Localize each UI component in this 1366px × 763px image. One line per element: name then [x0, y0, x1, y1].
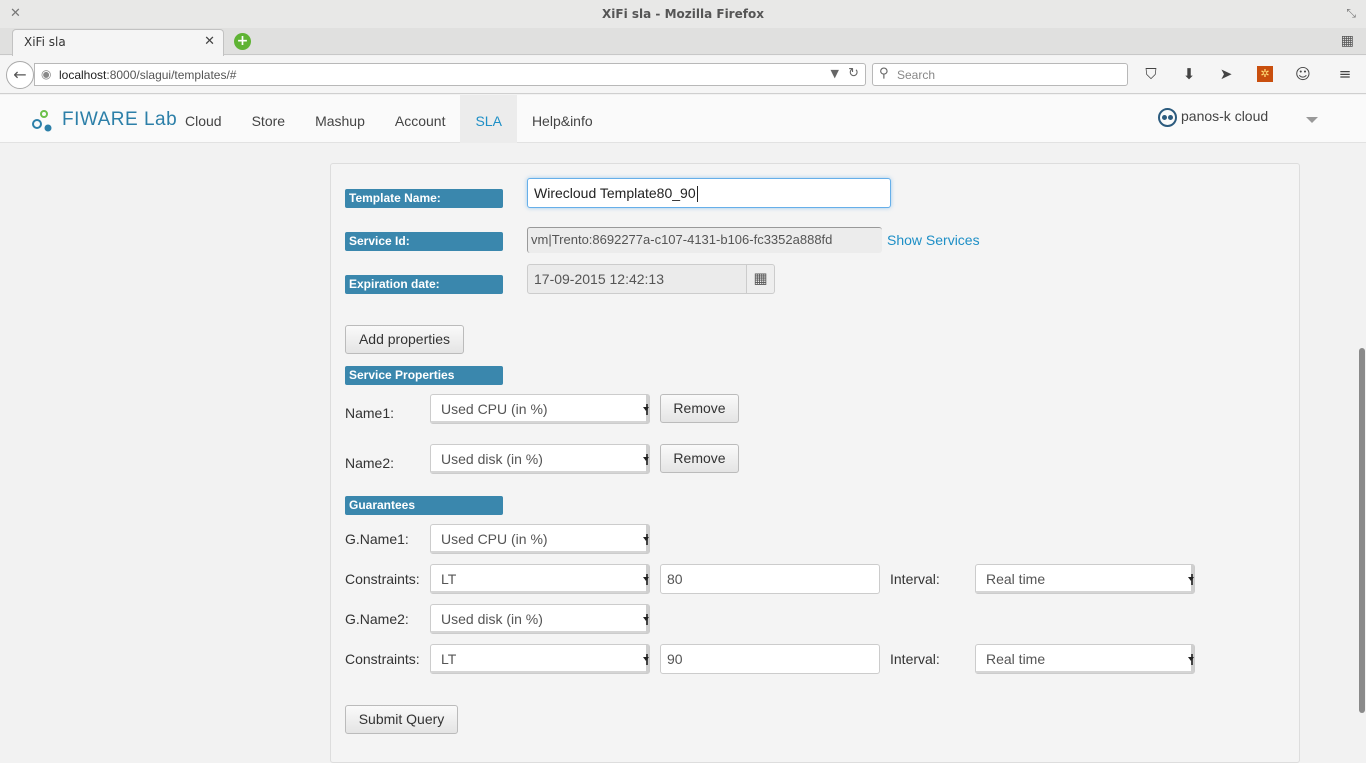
constraint-operator-select[interactable]: LT [430, 644, 650, 674]
extension-icon[interactable]: ✲ [1257, 66, 1273, 82]
dropdown-arrow-icon [643, 654, 649, 665]
menu-item-mashup[interactable]: Mashup [300, 95, 380, 143]
interval-select[interactable]: Real time [975, 564, 1195, 594]
window-titlebar: ✕ XiFi sla - Mozilla Firefox ⤡ [0, 0, 1366, 28]
dropdown-arrow-icon [1188, 574, 1194, 585]
calendar-icon[interactable]: ▦ [747, 264, 775, 294]
show-services-link[interactable]: Show Services [887, 232, 980, 248]
service-properties-label: Service Properties [345, 366, 503, 385]
browser-tab[interactable]: XiFi sla ✕ [12, 29, 224, 56]
guarantee-name-label: G.Name2: [345, 611, 409, 627]
reload-icon[interactable]: ↻ [848, 66, 859, 81]
guarantee-select[interactable]: Used CPU (in %) [430, 524, 650, 554]
guarantees-label: Guarantees [345, 496, 503, 515]
constraints-label: Constraints: [345, 651, 420, 667]
scrollbar-thumb[interactable] [1359, 348, 1365, 713]
close-window-icon[interactable]: ✕ [10, 6, 21, 21]
sla-template-form: Template Name: Wirecloud Template80_90 S… [330, 163, 1300, 763]
search-icon: ⚲ [879, 66, 889, 81]
constraint-threshold-input[interactable]: 80 [660, 564, 880, 594]
back-button[interactable]: ← [6, 61, 34, 89]
url-bar[interactable]: ◉ localhost:8000/slagui/templates/# ▼ ↻ [34, 63, 866, 86]
site-info-icon[interactable]: ◉ [41, 67, 51, 81]
submit-query-button[interactable]: Submit Query [345, 705, 458, 734]
new-tab-button[interactable]: + [234, 33, 251, 50]
send-icon[interactable]: ➤ [1216, 65, 1236, 83]
dropdown-arrow-icon [643, 534, 649, 545]
close-tab-icon[interactable]: ✕ [204, 34, 215, 49]
property-name-label: Name2: [345, 455, 395, 471]
interval-label: Interval: [890, 571, 940, 587]
user-name: panos-k cloud [1181, 108, 1269, 125]
main-menu: Cloud Store Mashup Account SLA Help&info [170, 95, 608, 143]
url-text: localhost:8000/slagui/templates/# [59, 68, 237, 82]
page-scrollbar[interactable] [1357, 143, 1366, 738]
service-id-label: Service Id: [345, 232, 503, 251]
dropdown-arrow-icon [643, 404, 649, 415]
chat-icon[interactable]: ☺ [1293, 65, 1313, 83]
add-properties-button[interactable]: Add properties [345, 325, 464, 354]
site-header: FIWARE Lab Cloud Store Mashup Account SL… [0, 95, 1366, 143]
window-title: XiFi sla - Mozilla Firefox [602, 7, 764, 21]
tab-groups-icon[interactable]: ▦ [1341, 33, 1354, 49]
user-cloud-icon [1158, 108, 1177, 127]
constraint-operator-select[interactable]: LT [430, 564, 650, 594]
template-name-input[interactable]: Wirecloud Template80_90 [527, 178, 891, 208]
menu-item-sla[interactable]: SLA [460, 95, 517, 143]
dropdown-arrow-icon [643, 614, 649, 625]
menu-item-store[interactable]: Store [237, 95, 300, 143]
user-menu[interactable]: panos-k cloud [1158, 108, 1268, 127]
logo-text: FIWARE Lab [62, 109, 178, 130]
chevron-down-icon[interactable] [1306, 117, 1318, 123]
tab-title: XiFi sla [24, 35, 66, 49]
search-bar[interactable]: ⚲ Search [872, 63, 1128, 86]
template-name-label: Template Name: [345, 189, 503, 208]
guarantee-name-label: G.Name1: [345, 531, 409, 547]
pocket-icon[interactable]: ⛉ [1141, 65, 1161, 83]
menu-item-cloud[interactable]: Cloud [170, 95, 237, 143]
service-id-field[interactable]: vm|Trento:8692277a-c107-4131-b106-fc3352… [527, 227, 882, 253]
dropdown-arrow-icon [643, 454, 649, 465]
menu-item-account[interactable]: Account [380, 95, 461, 143]
downloads-icon[interactable]: ⬇ [1179, 65, 1199, 83]
guarantee-select[interactable]: Used disk (in %) [430, 604, 650, 634]
maximize-window-icon[interactable]: ⤡ [1346, 6, 1356, 21]
constraint-threshold-input[interactable]: 90 [660, 644, 880, 674]
expiration-date-label: Expiration date: [345, 275, 503, 294]
remove-property-button[interactable]: Remove [660, 394, 739, 423]
interval-label: Interval: [890, 651, 940, 667]
navigation-toolbar: ← ◉ localhost:8000/slagui/templates/# ▼ … [0, 56, 1366, 94]
text-cursor [696, 186, 698, 203]
property-name-label: Name1: [345, 405, 395, 421]
expiration-date-field[interactable]: 17-09-2015 12:42:13 [527, 264, 747, 294]
menu-item-help-info[interactable]: Help&info [517, 95, 608, 143]
constraints-label: Constraints: [345, 571, 420, 587]
remove-property-button[interactable]: Remove [660, 444, 739, 473]
menu-icon[interactable]: ≡ [1335, 65, 1355, 83]
property-select[interactable]: Used disk (in %) [430, 444, 650, 474]
property-select[interactable]: Used CPU (in %) [430, 394, 650, 424]
url-history-dropdown-icon[interactable]: ▼ [831, 67, 839, 80]
tab-strip: XiFi sla ✕ + ▦ [0, 28, 1366, 56]
dropdown-arrow-icon [1188, 654, 1194, 665]
fiware-logo-icon [32, 110, 52, 132]
dropdown-arrow-icon [643, 574, 649, 585]
search-input[interactable]: Search [897, 68, 935, 82]
interval-select[interactable]: Real time [975, 644, 1195, 674]
